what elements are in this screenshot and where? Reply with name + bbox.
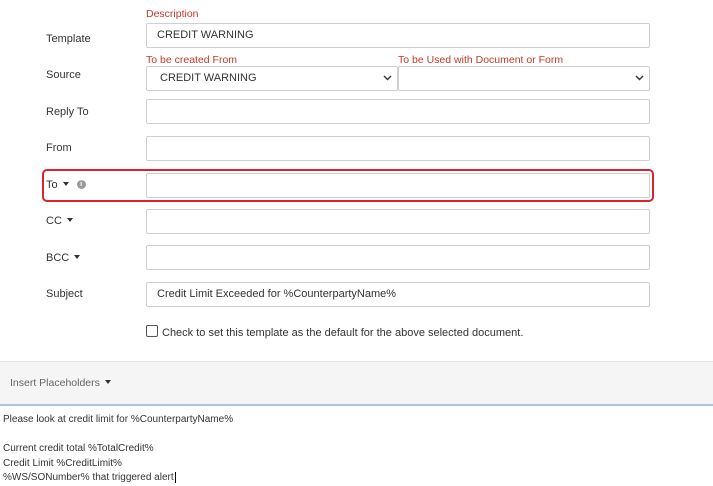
text-cursor — [174, 472, 176, 483]
editor-line: %WS/SONumber% that triggered alert — [3, 472, 174, 484]
source-label: Source — [46, 69, 81, 81]
subject-input[interactable]: Credit Limit Exceeded for %CounterpartyN… — [146, 282, 650, 307]
used-with-select[interactable] — [398, 66, 650, 91]
created-from-label: To be created From — [146, 54, 238, 66]
caret-down-icon — [104, 380, 111, 385]
default-template-checkbox-label: Check to set this template as the defaul… — [162, 327, 524, 339]
caret-down-icon — [66, 218, 73, 223]
subject-label: Subject — [46, 288, 83, 300]
used-with-label: To be Used with Document or Form — [398, 54, 564, 66]
reply-to-label: Reply To — [46, 106, 89, 118]
editor-line: Please look at credit limit for %Counter… — [3, 414, 234, 425]
chevron-down-icon — [635, 75, 644, 81]
insert-placeholders-label: Insert Placeholders — [10, 377, 100, 389]
editor-line: Current credit total %TotalCredit% — [3, 443, 154, 454]
template-input[interactable]: CREDIT WARNING — [146, 23, 650, 48]
source-select-value: CREDIT WARNING — [160, 72, 257, 84]
caret-down-icon — [74, 255, 81, 260]
editor-line-last: %WS/SONumber% that triggered alert — [3, 472, 176, 483]
info-icon[interactable]: i — [76, 179, 86, 189]
editor-toolbar: Insert Placeholders — [0, 361, 713, 406]
default-template-checkbox[interactable] — [146, 325, 158, 337]
bcc-label: BCC — [46, 252, 70, 264]
bcc-dropdown[interactable]: BCC — [46, 252, 81, 264]
bcc-input[interactable] — [146, 245, 650, 270]
description-label: Description — [146, 8, 199, 20]
chevron-down-icon — [383, 75, 392, 81]
caret-down-icon — [62, 182, 69, 187]
reply-to-input[interactable] — [146, 99, 650, 124]
insert-placeholders-dropdown[interactable]: Insert Placeholders — [10, 377, 111, 389]
editor-line: Credit Limit %CreditLimit% — [3, 458, 122, 469]
from-label: From — [46, 142, 72, 154]
to-label: To — [46, 179, 58, 191]
to-dropdown[interactable]: To i — [46, 179, 86, 191]
template-label: Template — [46, 33, 91, 45]
from-input[interactable] — [146, 136, 650, 161]
message-editor[interactable]: Please look at credit limit for %Counter… — [0, 406, 713, 486]
cc-dropdown[interactable]: CC — [46, 215, 73, 227]
to-input[interactable] — [146, 173, 650, 198]
cc-label: CC — [46, 215, 62, 227]
source-select[interactable]: CREDIT WARNING — [146, 66, 398, 91]
cc-input[interactable] — [146, 209, 650, 234]
